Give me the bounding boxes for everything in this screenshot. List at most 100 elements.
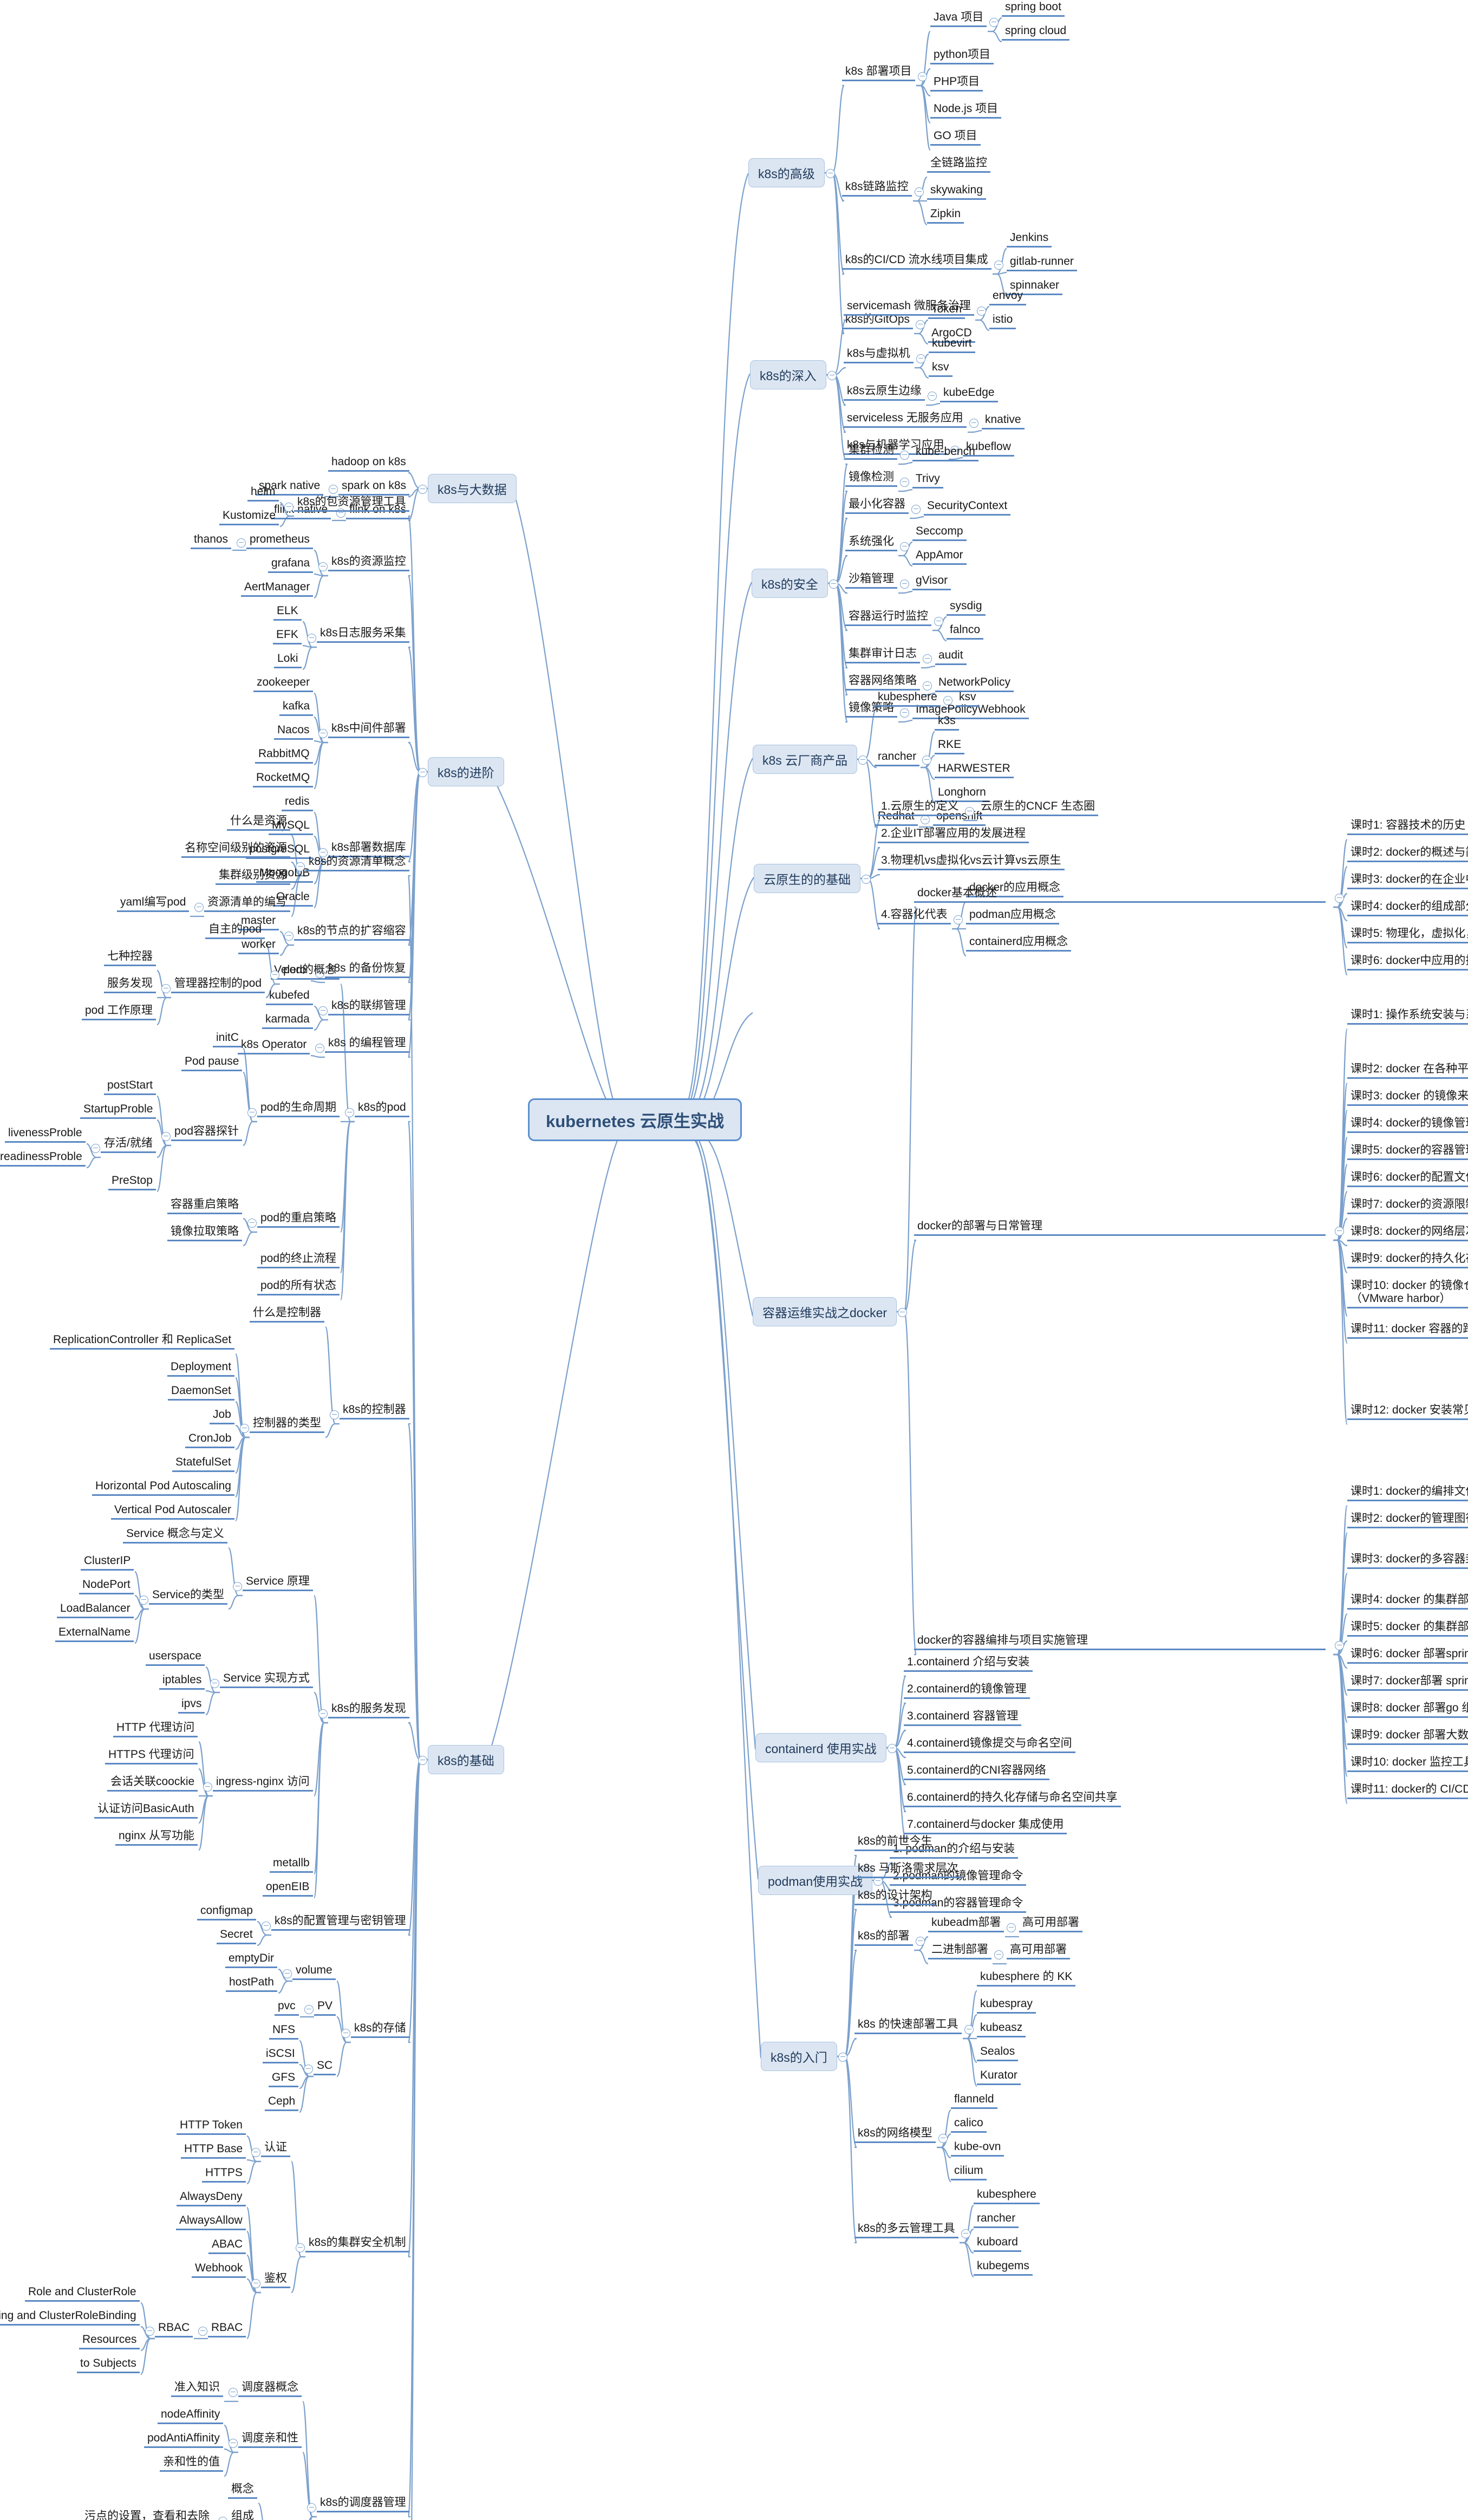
- collapse-toggle-icon[interactable]: [262, 1922, 271, 1931]
- collapse-toggle-icon[interactable]: [418, 768, 427, 777]
- collapse-toggle-icon[interactable]: [296, 862, 305, 871]
- collapse-toggle-icon[interactable]: [922, 756, 931, 765]
- collapse-toggle-icon[interactable]: [965, 807, 974, 816]
- collapse-toggle-icon[interactable]: [318, 1006, 328, 1015]
- collapse-toggle-icon[interactable]: [900, 708, 909, 718]
- branch-rumen[interactable]: k8s的入门: [761, 2042, 837, 2071]
- collapse-toggle-icon[interactable]: [961, 2229, 970, 2238]
- collapse-toggle-icon[interactable]: [418, 1756, 427, 1765]
- mindmap-node-label: audit: [935, 649, 967, 666]
- collapse-toggle-icon[interactable]: [928, 392, 937, 401]
- branch-yunchang[interactable]: k8s 云厂商产品: [753, 745, 858, 774]
- collapse-toggle-icon[interactable]: [916, 320, 925, 329]
- collapse-toggle-icon[interactable]: [900, 478, 909, 487]
- collapse-toggle-icon[interactable]: [923, 654, 932, 663]
- collapse-toggle-icon[interactable]: [194, 903, 204, 912]
- collapse-toggle-icon[interactable]: [315, 1044, 324, 1053]
- branch-containerd[interactable]: containerd 使用实战: [755, 1733, 886, 1762]
- collapse-toggle-icon[interactable]: [318, 1709, 328, 1718]
- branch-gaoji[interactable]: k8s的高级: [748, 158, 825, 187]
- collapse-toggle-icon[interactable]: [307, 2503, 316, 2512]
- branch-dashuju[interactable]: k8s与大数据: [428, 474, 517, 503]
- collapse-toggle-icon[interactable]: [318, 562, 328, 571]
- collapse-toggle-icon[interactable]: [826, 169, 835, 178]
- collapse-toggle-icon[interactable]: [304, 2005, 314, 2014]
- branch-docker[interactable]: 容器运维实战之docker: [753, 1297, 897, 1326]
- branch-anquan[interactable]: k8s的安全: [752, 569, 828, 598]
- mindmap-node: k8s的资源清单概念: [305, 855, 409, 872]
- collapse-toggle-icon[interactable]: [240, 1424, 249, 1433]
- collapse-toggle-icon[interactable]: [145, 2327, 154, 2336]
- collapse-toggle-icon[interactable]: [923, 681, 932, 691]
- collapse-toggle-icon[interactable]: [418, 485, 427, 494]
- collapse-toggle-icon[interactable]: [247, 1108, 257, 1117]
- mindmap-node: k8s Operator: [238, 1038, 310, 1055]
- collapse-toggle-icon[interactable]: [229, 2388, 238, 2397]
- collapse-toggle-icon[interactable]: [218, 2517, 227, 2520]
- branch-jinjie[interactable]: k8s的进阶: [428, 757, 504, 786]
- collapse-toggle-icon[interactable]: [1335, 1641, 1344, 1650]
- collapse-toggle-icon[interactable]: [989, 18, 999, 27]
- collapse-toggle-icon[interactable]: [318, 729, 328, 738]
- collapse-toggle-icon[interactable]: [161, 1132, 171, 1141]
- mindmap-node-label: 容器运行时监控: [845, 610, 931, 627]
- collapse-toggle-icon[interactable]: [345, 1108, 354, 1117]
- collapse-toggle-icon[interactable]: [900, 579, 909, 589]
- collapse-toggle-icon[interactable]: [330, 1410, 339, 1419]
- collapse-toggle-icon[interactable]: [247, 1219, 257, 1228]
- branch-shenru[interactable]: k8s的深入: [750, 360, 826, 389]
- collapse-toggle-icon[interactable]: [934, 617, 943, 626]
- collapse-toggle-icon[interactable]: [296, 2243, 305, 2252]
- collapse-toggle-icon[interactable]: [900, 451, 909, 460]
- collapse-toggle-icon[interactable]: [829, 579, 838, 589]
- collapse-toggle-icon[interactable]: [91, 1144, 100, 1153]
- collapse-toggle-icon[interactable]: [329, 485, 338, 494]
- collapse-toggle-icon[interactable]: [1335, 1227, 1344, 1236]
- collapse-toggle-icon[interactable]: [938, 2134, 948, 2143]
- collapse-toggle-icon[interactable]: [341, 2029, 350, 2038]
- collapse-toggle-icon[interactable]: [198, 2327, 207, 2336]
- collapse-toggle-icon[interactable]: [911, 505, 921, 514]
- branch-jichu[interactable]: k8s的基础: [428, 1745, 504, 1774]
- collapse-toggle-icon[interactable]: [210, 1679, 219, 1688]
- collapse-toggle-icon[interactable]: [270, 971, 279, 980]
- collapse-toggle-icon[interactable]: [916, 1937, 925, 1946]
- collapse-toggle-icon[interactable]: [1335, 894, 1344, 903]
- collapse-toggle-icon[interactable]: [237, 538, 246, 548]
- collapse-toggle-icon[interactable]: [964, 2025, 974, 2034]
- mindmap-node-label: AppAmor: [912, 549, 967, 565]
- collapse-toggle-icon[interactable]: [862, 875, 871, 884]
- collapse-toggle-icon[interactable]: [900, 542, 909, 551]
- collapse-toggle-icon[interactable]: [838, 2053, 847, 2062]
- collapse-toggle-icon[interactable]: [1007, 1923, 1016, 1932]
- collapse-toggle-icon[interactable]: [943, 696, 952, 705]
- collapse-toggle-icon[interactable]: [139, 1596, 148, 1605]
- collapse-toggle-icon[interactable]: [994, 1950, 1003, 1959]
- collapse-toggle-icon[interactable]: [898, 1308, 907, 1317]
- collapse-toggle-icon[interactable]: [888, 1744, 897, 1753]
- collapse-toggle-icon[interactable]: [203, 1782, 212, 1792]
- branch-yuansheng[interactable]: 云原生的的基础: [754, 864, 860, 893]
- collapse-toggle-icon[interactable]: [969, 419, 978, 428]
- collapse-toggle-icon[interactable]: [858, 756, 867, 765]
- collapse-toggle-icon[interactable]: [161, 984, 171, 993]
- collapse-toggle-icon[interactable]: [283, 1969, 292, 1978]
- collapse-toggle-icon[interactable]: [915, 187, 924, 197]
- mindmap-node-label: 认证访问BasicAuth: [94, 1802, 198, 1819]
- collapse-toggle-icon[interactable]: [233, 1582, 242, 1591]
- collapse-toggle-icon[interactable]: [229, 2439, 238, 2448]
- collapse-toggle-icon[interactable]: [954, 915, 963, 924]
- collapse-toggle-icon[interactable]: [916, 354, 925, 363]
- collapse-toggle-icon[interactable]: [284, 932, 293, 941]
- collapse-toggle-icon[interactable]: [977, 307, 986, 316]
- collapse-toggle-icon[interactable]: [251, 2279, 260, 2288]
- collapse-toggle-icon[interactable]: [251, 2148, 260, 2157]
- collapse-toggle-icon[interactable]: [284, 503, 293, 512]
- collapse-toggle-icon[interactable]: [994, 261, 1003, 270]
- mindmap-node-label: Pod pause: [181, 1055, 243, 1072]
- collapse-toggle-icon[interactable]: [827, 371, 837, 380]
- collapse-toggle-icon[interactable]: [307, 634, 316, 643]
- collapse-toggle-icon[interactable]: [921, 815, 930, 824]
- collapse-toggle-icon[interactable]: [304, 2065, 313, 2074]
- collapse-toggle-icon[interactable]: [918, 72, 927, 81]
